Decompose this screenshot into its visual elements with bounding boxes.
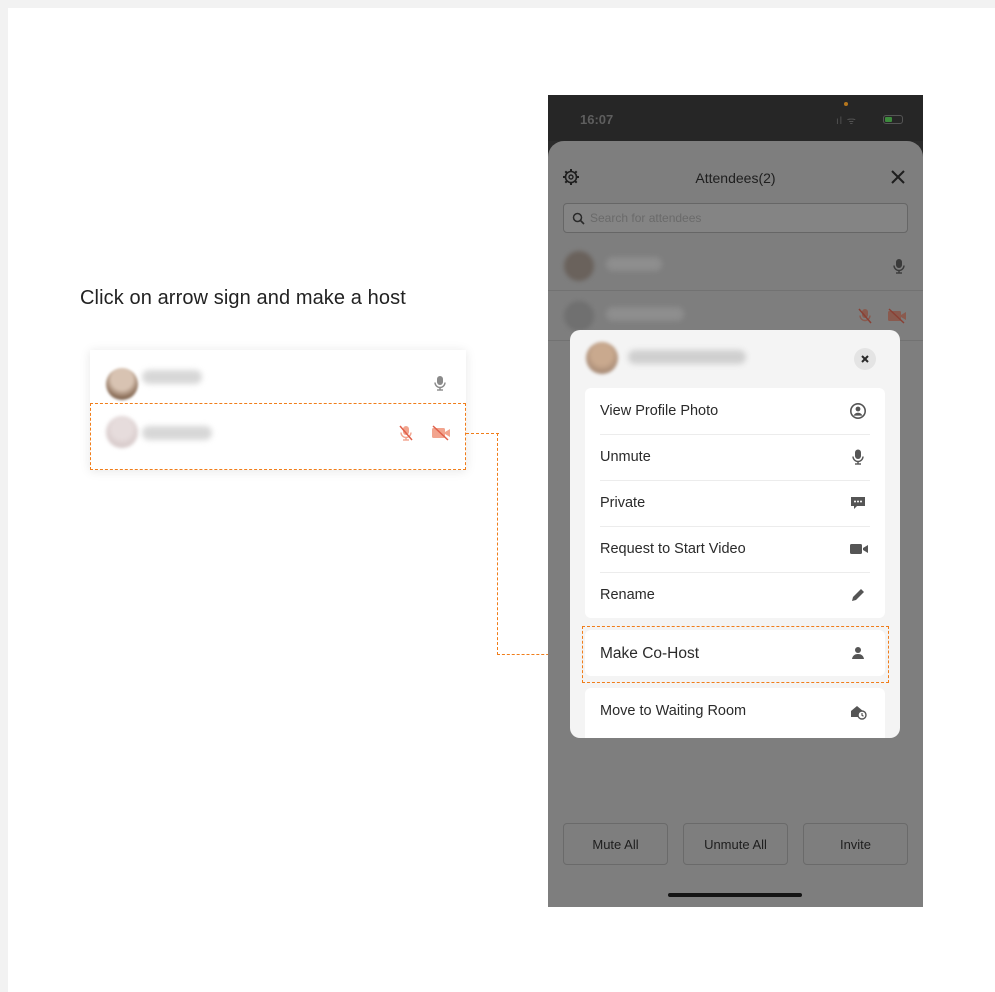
menu-item-view-profile-photo[interactable]: View Profile Photo — [585, 388, 885, 434]
menu-group: View Profile Photo Unmute Private Reques… — [585, 388, 885, 618]
blurred-name — [142, 370, 202, 384]
menu-item-label: Rename — [600, 587, 655, 603]
connector-line — [497, 433, 498, 655]
attendee-row[interactable] — [548, 241, 923, 291]
bottom-actions: Mute All Unmute All Invite — [563, 823, 908, 865]
signal-wifi-icon: ıl ᯤ — [836, 116, 857, 127]
search-input[interactable] — [590, 209, 890, 227]
close-icon[interactable] — [889, 168, 907, 186]
avatar — [564, 251, 594, 281]
mute-all-button[interactable]: Mute All — [563, 823, 668, 865]
avatar — [564, 301, 594, 331]
menu-group: Move to Waiting Room — [585, 688, 885, 738]
close-icon — [861, 355, 869, 363]
recording-dot-icon — [844, 102, 848, 106]
microphone-icon — [852, 449, 864, 465]
menu-item-label: Move to Waiting Room — [600, 703, 747, 719]
video-camera-icon — [850, 544, 868, 554]
menu-item-label: Private — [600, 495, 646, 511]
sheet-title: Attendees(2) — [695, 170, 776, 186]
invite-button[interactable]: Invite — [803, 823, 908, 865]
pencil-icon — [852, 589, 864, 601]
close-button[interactable] — [854, 348, 876, 370]
menu-item-label: Unmute — [600, 449, 651, 465]
avatar — [106, 368, 138, 400]
menu-item-request-video[interactable]: Request to Start Video — [585, 526, 885, 572]
battery-icon — [883, 115, 903, 124]
instruction-caption: Click on arrow sign and make a host — [80, 287, 406, 309]
search-icon — [572, 212, 585, 225]
status-bar: 16:07 ıl ᯤ — [548, 95, 923, 141]
chat-icon — [851, 497, 865, 509]
microphone-icon[interactable] — [431, 374, 449, 392]
microphone-icon[interactable] — [890, 257, 908, 275]
waiting-room-icon — [851, 706, 867, 720]
menu-item-rename[interactable]: Rename — [585, 572, 885, 618]
highlight-box-cohost — [582, 626, 889, 683]
blurred-name — [606, 307, 684, 321]
connector-line — [466, 433, 499, 434]
microphone-muted-icon[interactable] — [856, 307, 874, 325]
blurred-name — [628, 350, 746, 364]
highlight-box-attendee — [90, 403, 466, 470]
status-time: 16:07 — [580, 112, 614, 127]
search-box[interactable] — [563, 203, 908, 233]
video-off-icon[interactable] — [886, 307, 908, 325]
profile-icon — [850, 403, 866, 419]
avatar — [586, 342, 618, 374]
menu-item-label: Request to Start Video — [600, 541, 746, 557]
menu-item-unmute[interactable]: Unmute — [585, 434, 885, 480]
home-indicator[interactable] — [668, 893, 802, 897]
menu-item-label: View Profile Photo — [600, 403, 719, 419]
attendee-row[interactable] — [90, 356, 466, 410]
unmute-all-button[interactable]: Unmute All — [683, 823, 788, 865]
menu-item-private[interactable]: Private — [585, 480, 885, 526]
menu-item-move-waiting-room[interactable]: Move to Waiting Room — [585, 688, 885, 734]
menu-header — [570, 330, 900, 386]
blurred-name — [606, 257, 662, 271]
